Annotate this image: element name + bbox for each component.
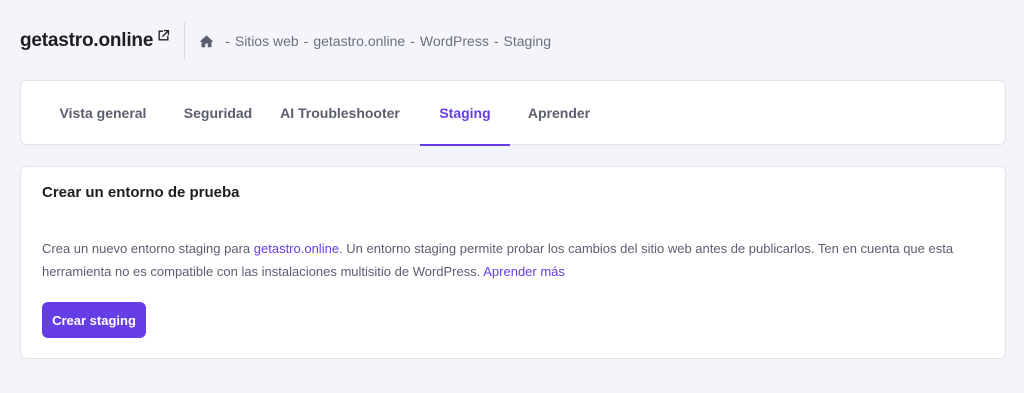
staging-card: Crear un entorno de prueba Crea un nuevo… <box>20 166 1006 359</box>
description-text: Crea un nuevo entorno staging para <box>42 241 254 256</box>
domain-link[interactable]: getastro.online <box>254 241 339 256</box>
learn-more-link[interactable]: Aprender más <box>483 264 565 279</box>
breadcrumb-item-wordpress[interactable]: WordPress <box>420 33 489 49</box>
create-staging-button[interactable]: Crear staging <box>42 302 146 338</box>
breadcrumb-separator: - <box>225 33 230 49</box>
page-header: getastro.online - Sitios web - getastro.… <box>20 22 551 60</box>
card-description: Crea un nuevo entorno staging para getas… <box>42 237 1002 283</box>
home-icon[interactable] <box>199 34 214 48</box>
card-title: Crear un entorno de prueba <box>42 184 240 201</box>
breadcrumb: - Sitios web - getastro.online - WordPre… <box>199 33 551 49</box>
tab-ai-troubleshooter[interactable]: AI Troubleshooter <box>279 81 401 145</box>
tabs-bar: Vista general Seguridad AI Troubleshoote… <box>20 80 1006 146</box>
breadcrumb-item-domain[interactable]: getastro.online <box>313 33 405 49</box>
breadcrumb-item-websites[interactable]: Sitios web <box>235 33 299 49</box>
tab-aprender[interactable]: Aprender <box>526 81 592 145</box>
external-link-icon[interactable] <box>157 29 170 42</box>
header-divider <box>184 22 186 60</box>
tab-vista-general[interactable]: Vista general <box>43 81 163 145</box>
site-title: getastro.online <box>20 30 154 51</box>
breadcrumb-separator: - <box>493 33 499 49</box>
page: getastro.online - Sitios web - getastro.… <box>0 0 1024 393</box>
tab-seguridad[interactable]: Seguridad <box>179 81 257 145</box>
breadcrumb-separator: - <box>410 33 415 49</box>
breadcrumb-separator: - <box>303 33 309 49</box>
breadcrumb-item-staging: Staging <box>503 33 551 49</box>
tab-staging[interactable]: Staging <box>420 81 510 146</box>
